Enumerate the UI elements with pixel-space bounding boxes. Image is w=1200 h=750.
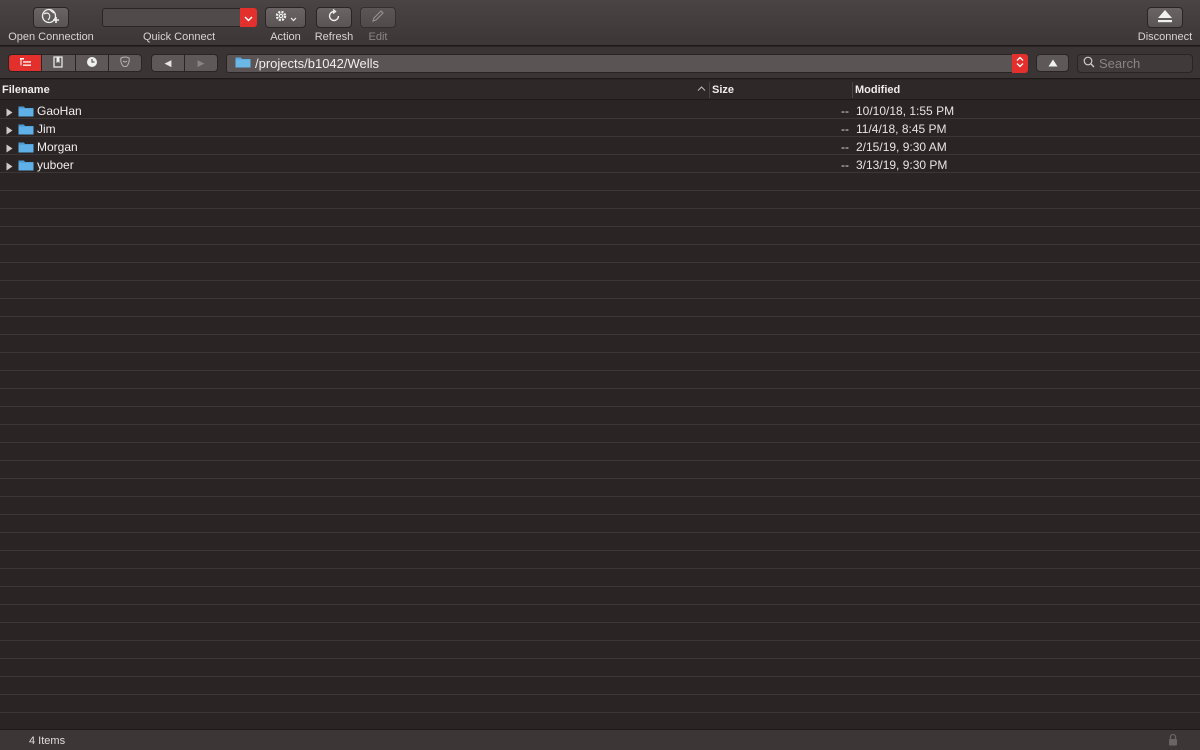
edit-label: Edit bbox=[368, 31, 388, 43]
disclosure-triangle-icon[interactable] bbox=[6, 124, 13, 138]
gear-icon bbox=[274, 9, 288, 26]
filename-column-header[interactable]: Filename bbox=[2, 84, 50, 96]
bonjour-icon bbox=[119, 56, 131, 71]
modified-column-header[interactable]: Modified bbox=[855, 84, 900, 96]
search-input[interactable] bbox=[1099, 56, 1189, 71]
folder-icon bbox=[18, 141, 34, 156]
folder-icon bbox=[235, 56, 251, 71]
triangle-up-icon bbox=[1048, 56, 1058, 70]
action-label: Action bbox=[270, 31, 301, 43]
disconnect-button[interactable] bbox=[1147, 7, 1183, 28]
disconnect-label: Disconnect bbox=[1137, 31, 1193, 43]
size-column-header[interactable]: Size bbox=[712, 84, 734, 96]
column-separator[interactable] bbox=[709, 82, 710, 98]
disclosure-triangle-icon[interactable] bbox=[6, 142, 13, 156]
pencil-icon bbox=[371, 9, 385, 26]
action-button[interactable] bbox=[265, 7, 306, 28]
forward-button[interactable]: ▶ bbox=[185, 55, 217, 71]
current-path: /projects/b1042/Wells bbox=[255, 56, 380, 71]
lock-icon bbox=[1168, 733, 1178, 749]
globe-plus-icon bbox=[41, 8, 61, 27]
file-name: Jim bbox=[37, 122, 56, 136]
folder-icon bbox=[18, 159, 34, 174]
file-modified: 3/13/19, 9:30 PM bbox=[856, 158, 948, 172]
sort-ascending-icon bbox=[697, 83, 706, 95]
open-connection-button[interactable] bbox=[33, 7, 69, 28]
item-count: 4 Items bbox=[29, 735, 66, 747]
file-size: -- bbox=[841, 158, 849, 172]
view-switcher bbox=[8, 54, 142, 72]
table-row[interactable]: Jim -- 11/4/18, 8:45 PM bbox=[0, 120, 1200, 138]
file-list-header: Filename Size Modified bbox=[0, 80, 1200, 100]
file-modified: 10/10/18, 1:55 PM bbox=[856, 104, 955, 118]
action-item[interactable]: Action bbox=[264, 7, 307, 43]
refresh-button[interactable] bbox=[316, 7, 352, 28]
navigation-bar: ◀ ▶ /projects/b1042/Wells bbox=[0, 47, 1200, 79]
quick-connect-combo[interactable] bbox=[102, 8, 257, 27]
search-field[interactable] bbox=[1077, 54, 1193, 73]
eject-icon bbox=[1157, 9, 1173, 26]
search-icon bbox=[1083, 56, 1095, 71]
table-row[interactable]: Morgan -- 2/15/19, 9:30 AM bbox=[0, 138, 1200, 156]
file-size: -- bbox=[841, 122, 849, 136]
chevron-down-icon bbox=[244, 11, 253, 25]
browser-view-button[interactable] bbox=[9, 55, 43, 71]
path-selector[interactable]: /projects/b1042/Wells bbox=[226, 54, 1028, 73]
file-modified: 11/4/18, 8:45 PM bbox=[856, 122, 947, 136]
file-list: GaoHan -- 10/10/18, 1:55 PM Jim -- 11/4/… bbox=[0, 101, 1200, 729]
open-connection-label: Open Connection bbox=[8, 31, 94, 43]
up-down-chevron-icon bbox=[1016, 56, 1024, 71]
disconnect-item[interactable]: Disconnect bbox=[1134, 7, 1196, 43]
outline-list-icon bbox=[19, 56, 32, 70]
file-size: -- bbox=[841, 140, 849, 154]
clock-icon bbox=[86, 56, 98, 71]
disclosure-triangle-icon[interactable] bbox=[6, 106, 13, 120]
triangle-left-icon: ◀ bbox=[164, 57, 172, 68]
edit-item[interactable]: Edit bbox=[359, 7, 397, 43]
table-row[interactable]: GaoHan -- 10/10/18, 1:55 PM bbox=[0, 102, 1200, 120]
parent-directory-button[interactable] bbox=[1036, 54, 1069, 72]
file-name: yuboer bbox=[37, 158, 74, 172]
file-size: -- bbox=[841, 104, 849, 118]
file-modified: 2/15/19, 9:30 AM bbox=[856, 140, 947, 154]
bookmarks-view-button[interactable] bbox=[42, 55, 76, 71]
history-nav: ◀ ▶ bbox=[151, 54, 218, 72]
status-bar: 4 Items bbox=[0, 729, 1200, 750]
folder-icon bbox=[18, 105, 34, 120]
table-row[interactable]: yuboer -- 3/13/19, 9:30 PM bbox=[0, 156, 1200, 174]
file-name: Morgan bbox=[37, 140, 78, 154]
triangle-right-icon: ▶ bbox=[197, 57, 205, 68]
refresh-label: Refresh bbox=[314, 31, 354, 43]
folder-icon bbox=[18, 123, 34, 138]
bookmark-icon bbox=[53, 55, 63, 71]
column-separator[interactable] bbox=[852, 82, 853, 98]
open-connection-item[interactable]: Open Connection bbox=[8, 7, 94, 43]
path-dropdown-button[interactable] bbox=[1012, 54, 1028, 73]
disclosure-triangle-icon[interactable] bbox=[6, 160, 13, 174]
chevron-down-icon bbox=[290, 11, 297, 25]
quick-connect-dropdown-button[interactable] bbox=[240, 8, 257, 27]
refresh-item[interactable]: Refresh bbox=[314, 7, 354, 43]
toolbar: Open Connection Quick Connect Action Ref… bbox=[0, 0, 1200, 46]
bonjour-view-button[interactable] bbox=[108, 55, 141, 71]
quick-connect-label: Quick Connect bbox=[143, 31, 216, 43]
history-view-button[interactable] bbox=[75, 55, 109, 71]
edit-button[interactable] bbox=[360, 7, 396, 28]
back-button[interactable]: ◀ bbox=[152, 55, 185, 71]
file-name: GaoHan bbox=[37, 104, 82, 118]
refresh-icon bbox=[327, 8, 341, 26]
